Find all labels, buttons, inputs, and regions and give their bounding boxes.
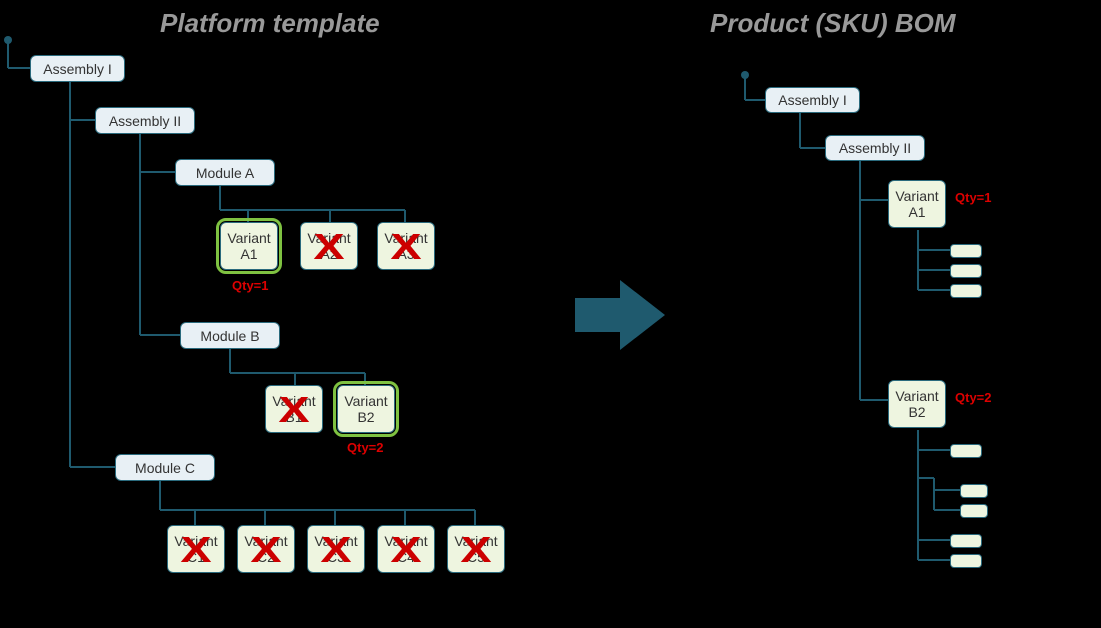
right-assembly-2: Assembly II xyxy=(825,135,925,161)
left-assembly-1: Assembly I xyxy=(30,55,125,82)
bom-part xyxy=(950,284,982,298)
left-title: Platform template xyxy=(160,8,380,39)
left-variant-b2: Variant B2 xyxy=(337,385,395,433)
left-module-a: Module A xyxy=(175,159,275,186)
left-variant-c5: Variant C5 xyxy=(447,525,505,573)
bom-part xyxy=(960,484,988,498)
right-title: Product (SKU) BOM xyxy=(710,8,956,39)
qty-b2: Qty=2 xyxy=(347,440,384,455)
qty-a1: Qty=1 xyxy=(232,278,269,293)
left-variant-a2: Variant A2 xyxy=(300,222,358,270)
bom-part xyxy=(950,264,982,278)
arrow-icon xyxy=(575,280,665,350)
right-variant-a1: Variant A1 xyxy=(888,180,946,228)
left-module-b: Module B xyxy=(180,322,280,349)
left-variant-c1: Variant C1 xyxy=(167,525,225,573)
bom-part xyxy=(950,534,982,548)
right-qty-a1: Qty=1 xyxy=(955,190,992,205)
right-assembly-1: Assembly I xyxy=(765,87,860,113)
left-variant-c2: Variant C2 xyxy=(237,525,295,573)
left-connectors xyxy=(0,0,1101,628)
bom-part xyxy=(960,504,988,518)
left-variant-c3: Variant C3 xyxy=(307,525,365,573)
right-variant-b2: Variant B2 xyxy=(888,380,946,428)
right-qty-b2: Qty=2 xyxy=(955,390,992,405)
left-variant-c4: Variant C4 xyxy=(377,525,435,573)
bom-part xyxy=(950,244,982,258)
left-variant-a3: Variant A3 xyxy=(377,222,435,270)
right-connectors xyxy=(0,0,1101,628)
bom-part xyxy=(950,444,982,458)
left-variant-a1: Variant A1 xyxy=(220,222,278,270)
left-module-c: Module C xyxy=(115,454,215,481)
left-assembly-2: Assembly II xyxy=(95,107,195,134)
left-variant-b1: Variant B1 xyxy=(265,385,323,433)
bom-part xyxy=(950,554,982,568)
